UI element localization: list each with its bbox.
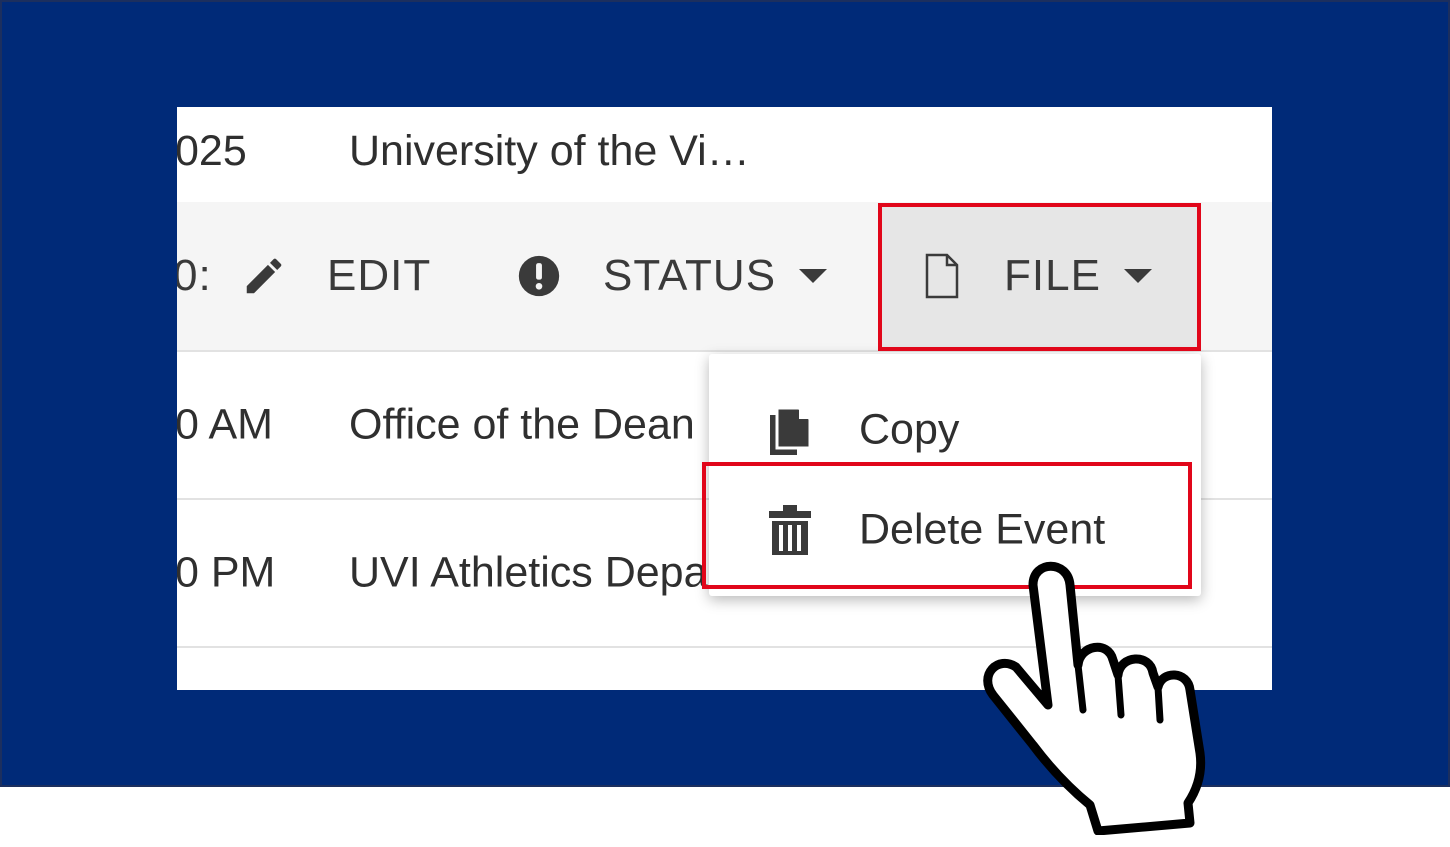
event-time: 0 AM	[177, 400, 273, 449]
menu-item-label: Copy	[859, 405, 960, 454]
file-button-highlight	[878, 203, 1201, 351]
event-organization: University of the Vi…	[349, 127, 750, 175]
truncated-text: 0:	[177, 251, 212, 300]
hand-pointer-cursor-icon	[983, 561, 1206, 835]
event-organization: Office of the Dean	[349, 400, 695, 449]
status-dropdown-button[interactable]: STATUS	[517, 202, 828, 350]
edit-button[interactable]: EDIT	[241, 202, 431, 350]
event-organization: UVI Athletics Depa	[349, 548, 708, 597]
status-label: STATUS	[603, 251, 777, 300]
exclamation-circle-icon	[518, 255, 560, 297]
table-row[interactable]: 025 University of the Vi…	[177, 107, 1272, 204]
caret-down-icon	[799, 269, 828, 283]
event-time: 0 PM	[177, 548, 276, 597]
copy-icon	[770, 406, 812, 455]
event-time: 025	[177, 127, 247, 175]
pencil-icon	[246, 258, 282, 294]
edit-label: EDIT	[327, 251, 432, 300]
